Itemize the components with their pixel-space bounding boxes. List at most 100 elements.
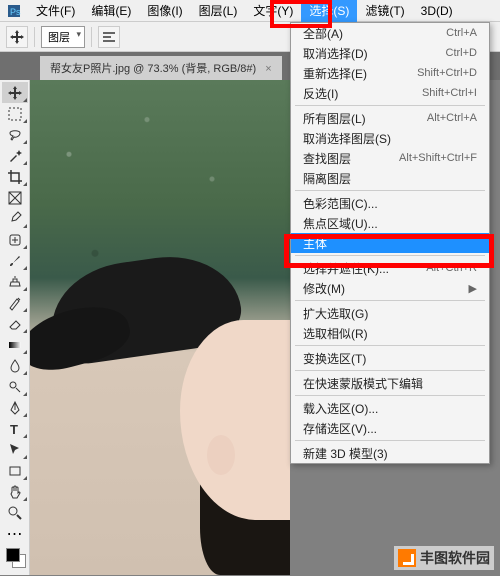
crop-tool[interactable]: [2, 166, 28, 187]
watermark: 丰图软件园: [394, 546, 494, 570]
move-tool-icon[interactable]: [6, 26, 28, 48]
magic-wand-tool[interactable]: [2, 145, 28, 166]
brush-tool[interactable]: [2, 250, 28, 271]
menu-item-label: 所有图层(L): [303, 110, 366, 127]
menu-item[interactable]: 主体: [291, 233, 489, 253]
eraser-tool[interactable]: [2, 313, 28, 334]
select-menu-dropdown: 全部(A) Ctrl+A 取消选择(D) Ctrl+D 重新选择(E)Shift+Ctr…: [290, 22, 490, 464]
dodge-tool[interactable]: [2, 376, 28, 397]
menu-item[interactable]: 色彩范围(C)...: [291, 193, 489, 213]
menu-item-shortcut: ▶: [469, 282, 477, 295]
menu-item-label: 修改(M): [303, 280, 345, 297]
menu-item-label: 隔离图层: [303, 170, 351, 187]
path-selection-tool[interactable]: [2, 439, 28, 460]
separator: [34, 27, 35, 47]
menu-item-label: 变换选区(T): [303, 350, 366, 367]
menu-item-shortcut: Ctrl+D: [446, 47, 477, 59]
menu-item[interactable]: 扩大选取(G): [291, 303, 489, 323]
menu-item-label: 存储选区(V)...: [303, 420, 377, 437]
menu-item-label: 扩大选取(G): [303, 305, 368, 322]
eyedropper-tool[interactable]: [2, 208, 28, 229]
menu-item-label: 在快速蒙版模式下编辑: [303, 375, 423, 392]
menu-item-label: 取消选择图层(S): [303, 130, 391, 147]
move-tool[interactable]: [2, 82, 28, 103]
marquee-tool[interactable]: [2, 103, 28, 124]
menu-item-label: 色彩范围(C)...: [303, 195, 378, 212]
menu-item[interactable]: 取消选择图层(S): [291, 128, 489, 148]
tab-title: 帮女友P照片.jpg @ 73.3% (背景, RGB/8#): [50, 63, 256, 75]
menu-item-label: 主体: [303, 235, 327, 252]
menu-item-shortcut: Shift+Ctrl+D: [417, 67, 477, 79]
menu-layer[interactable]: 图层(L): [191, 0, 246, 22]
hand-tool[interactable]: [2, 481, 28, 502]
watermark-logo-icon: [398, 549, 416, 567]
separator: [91, 27, 92, 47]
menu-separator: [295, 370, 485, 371]
menu-item[interactable]: 取消选择(D) Ctrl+D: [291, 43, 489, 63]
align-icon[interactable]: [98, 26, 120, 48]
photo-content: [180, 320, 290, 520]
menu-item[interactable]: 全部(A) Ctrl+A: [291, 23, 489, 43]
menu-image[interactable]: 图像(I): [139, 0, 190, 22]
menubar: Ps 文件(F) 编辑(E) 图像(I) 图层(L) 文字(Y) 选择(S) 滤…: [0, 0, 500, 22]
menu-item[interactable]: 选择并遮住(K)...Alt+Ctrl+R: [291, 258, 489, 278]
pen-tool[interactable]: [2, 397, 28, 418]
svg-text:T: T: [10, 422, 18, 437]
frame-tool[interactable]: [2, 187, 28, 208]
menu-3d[interactable]: 3D(D): [413, 0, 461, 22]
lasso-tool[interactable]: [2, 124, 28, 145]
menu-item-label: 新建 3D 模型(3): [303, 445, 388, 462]
menu-item[interactable]: 隔离图层: [291, 168, 489, 188]
menu-item-label: 载入选区(O)...: [303, 400, 378, 417]
menu-separator: [295, 395, 485, 396]
menu-file[interactable]: 文件(F): [28, 0, 83, 22]
rectangle-tool[interactable]: [2, 460, 28, 481]
type-tool[interactable]: T: [2, 418, 28, 439]
blur-tool[interactable]: [2, 355, 28, 376]
close-icon[interactable]: ×: [265, 63, 271, 75]
svg-text:Ps: Ps: [10, 7, 21, 17]
menu-item[interactable]: 查找图层 Alt+Shift+Ctrl+F: [291, 148, 489, 168]
menu-item[interactable]: 重新选择(E)Shift+Ctrl+D: [291, 63, 489, 83]
watermark-text: 丰图软件园: [420, 548, 490, 568]
menu-select[interactable]: 选择(S): [301, 0, 357, 22]
menu-item-label: 取消选择(D): [303, 45, 368, 62]
menu-text[interactable]: 文字(Y): [245, 0, 301, 22]
healing-brush-tool[interactable]: [2, 229, 28, 250]
menu-item[interactable]: 焦点区域(U)...: [291, 213, 489, 233]
edit-toolbar[interactable]: ⋯: [2, 523, 28, 544]
clone-stamp-tool[interactable]: [2, 271, 28, 292]
menu-item-shortcut: Alt+Shift+Ctrl+F: [399, 152, 477, 164]
app-logo: Ps: [0, 0, 28, 22]
menu-filter[interactable]: 滤镜(T): [357, 0, 412, 22]
tools-panel: T ⋯: [0, 80, 30, 575]
menu-item-label: 反选(I): [303, 85, 338, 102]
menu-item-label: 查找图层: [303, 150, 351, 167]
menu-item[interactable]: 修改(M) ▶: [291, 278, 489, 298]
menu-item[interactable]: 存储选区(V)...: [291, 418, 489, 438]
menu-item[interactable]: 新建 3D 模型(3): [291, 443, 489, 463]
canvas-area[interactable]: [30, 80, 290, 575]
photo-content: [207, 435, 235, 475]
layer-select-dropdown[interactable]: 图层: [41, 26, 85, 48]
menu-item-label: 焦点区域(U)...: [303, 215, 378, 232]
menu-item[interactable]: 载入选区(O)...: [291, 398, 489, 418]
zoom-tool[interactable]: [2, 502, 28, 523]
color-swatch[interactable]: [4, 546, 26, 568]
menu-item-shortcut: Ctrl+A: [446, 27, 477, 39]
document-tab[interactable]: 帮女友P照片.jpg @ 73.3% (背景, RGB/8#) ×: [40, 56, 282, 80]
menu-item-label: 全部(A): [303, 25, 343, 42]
menu-edit[interactable]: 编辑(E): [83, 0, 139, 22]
menu-item[interactable]: 变换选区(T): [291, 348, 489, 368]
gradient-tool[interactable]: [2, 334, 28, 355]
menu-item-shortcut: Shift+Ctrl+I: [422, 87, 477, 99]
menu-separator: [295, 300, 485, 301]
menu-item-shortcut: Alt+Ctrl+A: [427, 112, 477, 124]
history-brush-tool[interactable]: [2, 292, 28, 313]
menu-separator: [295, 345, 485, 346]
menu-separator: [295, 440, 485, 441]
menu-item[interactable]: 反选(I) Shift+Ctrl+I: [291, 83, 489, 103]
menu-item[interactable]: 在快速蒙版模式下编辑: [291, 373, 489, 393]
menu-item[interactable]: 所有图层(L) Alt+Ctrl+A: [291, 108, 489, 128]
menu-item[interactable]: 选取相似(R): [291, 323, 489, 343]
